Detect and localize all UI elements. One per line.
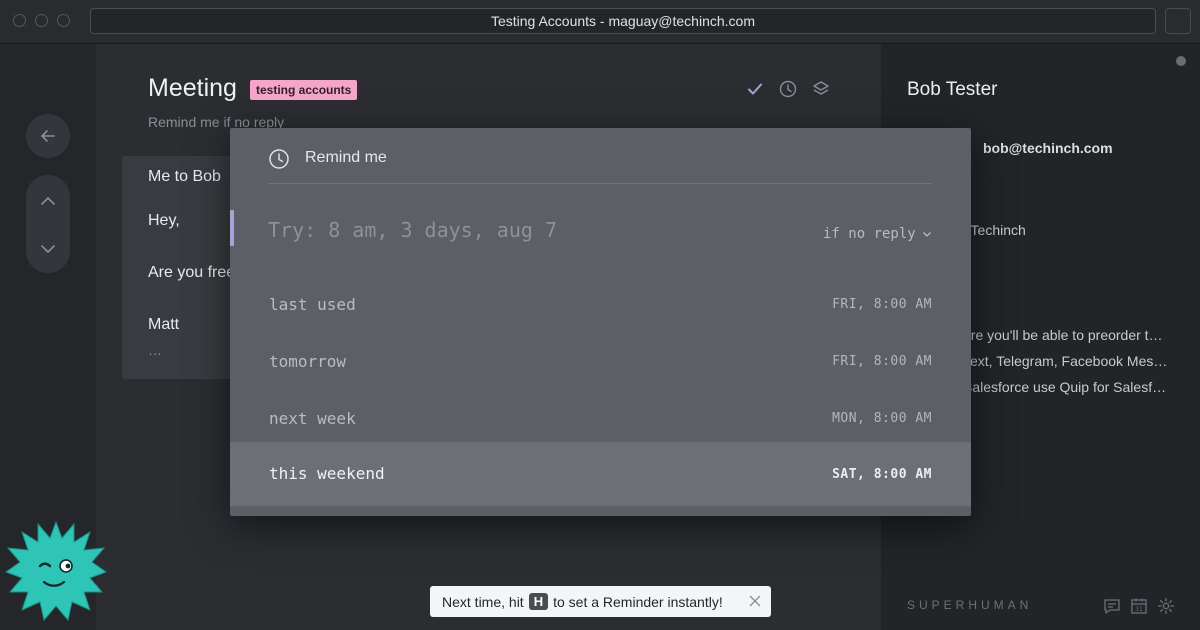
reminder-option-last-used[interactable]: last used FRI, 8:00 AM bbox=[230, 277, 971, 334]
option-time: FRI, 8:00 AM bbox=[832, 354, 932, 369]
clock-icon bbox=[269, 149, 289, 169]
label-badge[interactable]: testing accounts bbox=[250, 80, 358, 100]
option-time: MON, 8:00 AM bbox=[832, 411, 932, 426]
toolbar-button[interactable] bbox=[1165, 8, 1191, 34]
window-zoom-button[interactable] bbox=[57, 14, 70, 27]
modal-title: Remind me bbox=[305, 149, 387, 166]
contact-name: Bob Tester bbox=[907, 79, 998, 100]
input-focus-indicator bbox=[230, 210, 234, 246]
checkmark-icon[interactable] bbox=[746, 80, 764, 98]
title-bar: Testing Accounts - maguay@techinch.com bbox=[0, 0, 1200, 44]
gear-icon[interactable] bbox=[1157, 597, 1175, 615]
contact-email[interactable]: bob@techinch.com bbox=[983, 140, 1113, 156]
option-label: last used bbox=[269, 295, 356, 314]
option-time: SAT, 8:00 AM bbox=[832, 467, 932, 482]
reminder-modal: Remind me Try: 8 am, 3 days, aug 7 if no… bbox=[230, 128, 971, 516]
option-label: tomorrow bbox=[269, 352, 347, 371]
layers-icon[interactable] bbox=[812, 80, 830, 98]
reminder-option-tomorrow[interactable]: tomorrow FRI, 8:00 AM bbox=[230, 334, 971, 391]
condition-label: if no reply bbox=[823, 226, 916, 242]
brand-wordmark: SUPERHUMAN bbox=[907, 598, 1033, 612]
message-signature: Matt bbox=[148, 316, 180, 333]
message-more[interactable]: … bbox=[148, 342, 162, 358]
toast-suffix: to set a Reminder instantly! bbox=[553, 593, 723, 610]
option-label: next week bbox=[269, 409, 356, 428]
recent-thread[interactable]: Text, Telegram, Facebook Mes… bbox=[963, 353, 1183, 369]
thread-navigator bbox=[26, 175, 70, 273]
toast-prefix: Next time, hit bbox=[442, 593, 524, 610]
hint-toast: Next time, hit H to set a Reminder insta… bbox=[430, 586, 771, 617]
message-body: Are you free bbox=[148, 264, 236, 281]
message-greeting: Hey, bbox=[148, 212, 180, 229]
recent-thread[interactable]: Salesforce use Quip for Salesf… bbox=[963, 379, 1183, 395]
next-thread-button[interactable] bbox=[26, 227, 70, 271]
modal-header: Remind me bbox=[268, 146, 932, 184]
back-button[interactable] bbox=[26, 114, 70, 158]
contact-company: t Techinch bbox=[963, 222, 1026, 238]
thread-subject: Meeting bbox=[148, 74, 237, 102]
shortcut-key: H bbox=[528, 593, 549, 610]
reminder-option-this-weekend[interactable]: this weekend SAT, 8:00 AM bbox=[230, 442, 971, 506]
reminder-time-input[interactable]: Try: 8 am, 3 days, aug 7 bbox=[268, 218, 557, 242]
message-sender: Me to Bob bbox=[148, 168, 221, 185]
chevron-down-icon bbox=[922, 232, 931, 237]
recent-thread[interactable]: ere you'll be able to preorder t… bbox=[963, 327, 1183, 343]
option-time: FRI, 8:00 AM bbox=[832, 297, 932, 312]
close-icon[interactable] bbox=[749, 595, 761, 607]
window-title: Testing Accounts - maguay@techinch.com bbox=[90, 8, 1156, 34]
mascot-icon bbox=[4, 520, 108, 622]
status-dot bbox=[1176, 56, 1186, 66]
condition-dropdown[interactable]: if no reply bbox=[823, 226, 932, 242]
chat-icon[interactable] bbox=[1103, 597, 1121, 615]
calendar-icon[interactable]: 31 bbox=[1130, 597, 1148, 615]
option-label: this weekend bbox=[269, 464, 385, 483]
chevron-down-icon bbox=[41, 245, 55, 254]
chevron-up-icon bbox=[41, 196, 55, 205]
reminder-option-next-week[interactable]: next week MON, 8:00 AM bbox=[230, 391, 971, 448]
window-close-button[interactable] bbox=[13, 14, 26, 27]
window-minimize-button[interactable] bbox=[35, 14, 48, 27]
svg-text:31: 31 bbox=[1135, 606, 1143, 613]
previous-thread-button[interactable] bbox=[26, 179, 70, 223]
window-title-text: Testing Accounts - maguay@techinch.com bbox=[490, 13, 755, 29]
clock-icon[interactable] bbox=[779, 80, 797, 98]
back-arrow-icon bbox=[41, 130, 55, 142]
